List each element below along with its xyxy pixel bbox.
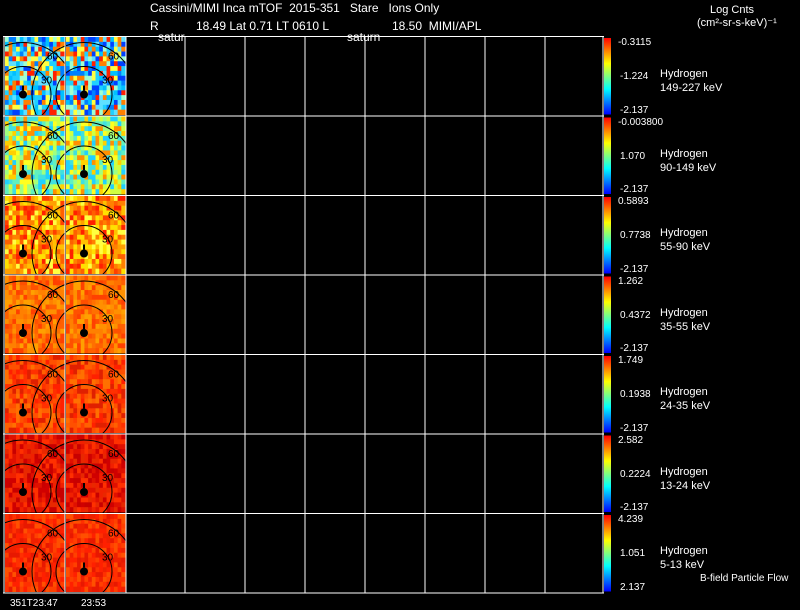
colorbar	[604, 435, 611, 512]
contour-label-30: 30	[41, 235, 53, 246]
colorbar	[604, 356, 611, 433]
contour-label-60: 60	[108, 211, 120, 222]
colorbar-max-value: 1.262	[618, 275, 644, 287]
colorbar-max-value: -0.003800	[618, 116, 664, 128]
colorbar-min-value: -2.137	[620, 343, 649, 354]
time-label-second: 23:53	[81, 598, 107, 609]
contour-label-60: 60	[108, 449, 120, 460]
energy-range-label: 24-35 keV	[660, 400, 711, 412]
colorbar	[604, 276, 611, 353]
colorbar-max-value: 4.239	[618, 514, 644, 525]
colorbar-mid-value: 0.1938	[620, 389, 651, 400]
colorbar-min-value: -2.137	[620, 422, 649, 434]
contour-label-30: 30	[41, 473, 53, 484]
species-label: Hydrogen	[660, 465, 708, 478]
colorbar-mid-value: 0.4372	[620, 309, 651, 321]
colorbar	[604, 117, 611, 194]
contour-label-60: 60	[108, 370, 120, 381]
contour-label-60: 60	[108, 290, 120, 301]
colorbar-min-value: -2.137	[620, 104, 649, 116]
energy-range-label: 149-227 keV	[660, 82, 723, 94]
colorbar-min-value: 2.137	[620, 581, 646, 593]
colorbar-mid-value: 1.051	[620, 548, 646, 559]
energy-range-label: 13-24 keV	[660, 479, 711, 492]
contour-label-30: 30	[102, 394, 114, 405]
colorbar-mid-value: 1.070	[620, 150, 646, 162]
species-label: Hydrogen	[660, 306, 708, 319]
species-label: Hydrogen	[660, 386, 708, 398]
contour-label-30: 30	[102, 314, 114, 325]
colorbar-min-value: -2.137	[620, 502, 649, 513]
contour-label-30: 30	[102, 473, 114, 484]
colorbar-min-value: -2.137	[620, 263, 649, 275]
species-label: Hydrogen	[660, 227, 708, 239]
contour-label-60: 60	[108, 131, 120, 142]
saturn-label-left: satur	[158, 30, 185, 44]
colorbar-mid-value: -1.224	[620, 71, 649, 82]
contour-label-60: 60	[108, 529, 120, 540]
energy-range-label: 35-55 keV	[660, 320, 711, 333]
colorbar-max-value: 2.582	[618, 434, 644, 446]
contour-label-60: 60	[108, 52, 120, 63]
colorbar-max-value: 1.749	[618, 355, 644, 366]
species-label: Hydrogen	[660, 68, 708, 80]
orbit-l-value: 18.50 MIMI/APL	[392, 19, 482, 33]
colorbar	[604, 515, 611, 592]
plot-title: Cassini/MIMI Inca mTOF 2015-351 Stare Io…	[150, 1, 440, 15]
energy-range-label: 5-13 keV	[660, 559, 705, 571]
contour-label-30: 30	[41, 394, 53, 405]
colorbar-max-value: 0.5893	[618, 196, 649, 207]
colorbar	[604, 38, 611, 115]
units-sublabel: (cm²-sr-s-keV)⁻¹	[697, 17, 777, 29]
units-label: Log Cnts	[710, 4, 755, 16]
species-label: Hydrogen	[660, 147, 708, 160]
colorbar	[604, 197, 611, 274]
colorbar-min-value: -2.137	[620, 184, 649, 195]
bfield-label: B-field Particle Flow	[700, 573, 789, 584]
colorbar-mid-value: 0.2224	[620, 468, 651, 480]
colorbar-mid-value: 0.7738	[620, 230, 651, 241]
contour-label-30: 30	[102, 235, 114, 246]
contour-label-30: 30	[41, 314, 53, 325]
energy-range-label: 90-149 keV	[660, 161, 717, 174]
contour-label-30: 30	[102, 553, 114, 564]
contour-label-30: 30	[41, 155, 53, 166]
colorbar-max-value: -0.3115	[618, 37, 652, 48]
contour-label-30: 30	[41, 553, 53, 564]
species-label: Hydrogen	[660, 545, 708, 557]
orbit-info: 18.49 Lat 0.71 LT 0610 L	[196, 19, 330, 33]
contour-label-30: 30	[102, 155, 114, 166]
contour-label-30: 30	[102, 76, 114, 87]
contour-label-30: 30	[41, 76, 53, 87]
saturn-label-right: saturn	[347, 30, 381, 44]
energy-range-label: 55-90 keV	[660, 241, 711, 253]
time-label-start: 351T23:47	[10, 598, 58, 609]
